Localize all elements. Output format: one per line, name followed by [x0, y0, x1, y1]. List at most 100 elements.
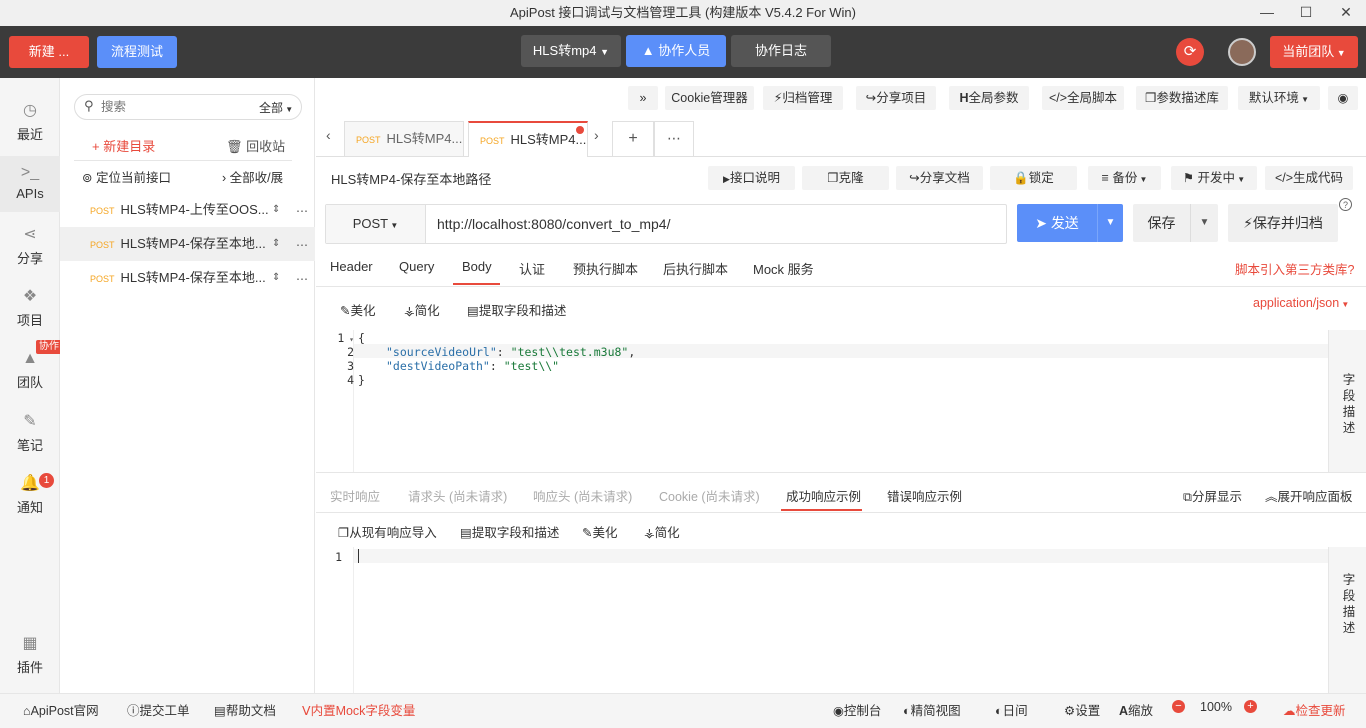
new-button[interactable]: 新建 ... — [9, 36, 89, 68]
tab-body[interactable]: Body — [462, 259, 492, 274]
nav-projects[interactable]: ❖ 项目 — [0, 280, 60, 336]
code-icon: </> — [1274, 171, 1294, 185]
method-select[interactable]: POST ▼ — [326, 205, 426, 243]
flow-test-button[interactable]: 流程测试 — [97, 36, 177, 68]
collab-log-button[interactable]: 协作日志 — [731, 35, 831, 67]
split-view-button[interactable]: ⧉分屏显示 — [1183, 486, 1242, 505]
send-dropdown-icon[interactable]: ▼ — [1097, 204, 1123, 242]
beautify-button[interactable]: ✎美化 — [340, 300, 376, 319]
param-lib-button[interactable]: ❒参数描述库 — [1136, 86, 1228, 110]
expand-panel-button[interactable]: ︽展开响应面板 — [1265, 486, 1353, 505]
settings-button[interactable]: ⚙设置 — [1064, 700, 1100, 719]
nav-share[interactable]: ⋖ 分享 — [0, 218, 60, 274]
code-line[interactable]: "destVideoPath": "test\\" — [386, 359, 559, 373]
beautify-button[interactable]: ✎美化 — [582, 522, 618, 541]
help-icon[interactable]: ? — [1339, 198, 1352, 211]
minimize-button[interactable]: — — [1247, 0, 1287, 26]
request-tab-active[interactable]: POST HLS转MP4... — [468, 121, 588, 157]
script-lib-link[interactable]: 脚本引入第三方类库? — [1235, 259, 1354, 278]
help-link[interactable]: ▤帮助文档 — [214, 700, 276, 719]
tab-cookie[interactable]: Cookie (尚未请求) — [659, 486, 760, 505]
import-response-button[interactable]: ❐从现有响应导入 — [338, 522, 437, 541]
sync-icon[interactable]: ⟳ — [1176, 38, 1204, 66]
global-params-button[interactable]: H全局参数 — [949, 86, 1029, 110]
mock-link[interactable]: ᐯ内置Mock字段变量 — [302, 700, 415, 719]
tab-realtime-response[interactable]: 实时响应 — [330, 486, 380, 505]
gen-code-button[interactable]: </>生成代码 — [1265, 166, 1353, 190]
tab-response-headers[interactable]: 响应头 (尚未请求) — [533, 486, 632, 505]
filter-select[interactable]: 全部 ▼ — [259, 99, 293, 116]
code-line[interactable]: { — [358, 331, 365, 345]
lock-button[interactable]: 🔒锁定 — [990, 166, 1077, 190]
check-update-button[interactable]: ☁检查更新 — [1283, 700, 1346, 719]
search-input[interactable] — [101, 98, 241, 116]
more-icon[interactable]: ⋯ — [296, 272, 308, 286]
sort-icon[interactable]: ⇕ — [272, 204, 280, 215]
save-button[interactable]: 保存 — [1133, 204, 1190, 242]
content-type-select[interactable]: application/json ▼ — [1253, 296, 1349, 310]
website-link[interactable]: ⌂ApiPost官网 — [23, 700, 99, 719]
tab-header[interactable]: Header — [330, 259, 373, 274]
nav-plugins-label: 插件 — [16, 660, 43, 675]
project-select[interactable]: HLS转mp4 ▼ — [521, 35, 621, 67]
tab-post-script[interactable]: 后执行脚本 — [663, 259, 728, 278]
chevron-right-icon[interactable]: › — [594, 127, 599, 143]
tab-success-example[interactable]: 成功响应示例 — [786, 486, 861, 505]
day-mode-toggle[interactable]: ◐日间 — [995, 700, 1028, 719]
code-line[interactable]: "sourceVideoUrl": "test\\test.m3u8", — [386, 345, 635, 359]
nav-apis[interactable]: >_ APIs — [0, 156, 60, 212]
env-select[interactable]: 默认环境 ▼ — [1238, 86, 1320, 110]
expand-toolbar-button[interactable]: » — [628, 86, 658, 110]
cookie-manager-button[interactable]: Cookie管理器 — [665, 86, 754, 110]
tab-auth[interactable]: 认证 — [519, 259, 545, 278]
code-line[interactable]: } — [358, 373, 365, 387]
global-script-button[interactable]: </>全局脚本 — [1042, 86, 1124, 110]
console-button[interactable]: ◉控制台 — [833, 700, 881, 719]
maximize-button[interactable]: ☐ — [1286, 0, 1326, 26]
tab-mock[interactable]: Mock 服务 — [753, 259, 814, 278]
locate-current-button[interactable]: ⊚ 定位当前接口 — [82, 167, 171, 186]
request-tab[interactable]: POST HLS转MP4... — [344, 121, 464, 156]
avatar[interactable] — [1228, 38, 1256, 66]
status-select[interactable]: ⚑ 开发中 ▼ — [1171, 166, 1257, 190]
zoom-out-icon[interactable]: − — [1172, 700, 1185, 713]
new-directory-button[interactable]: + 新建目录 — [92, 136, 155, 155]
trash-button[interactable]: 🗑 回收站 — [226, 136, 285, 155]
nav-plugins[interactable]: ▦ 插件 — [0, 627, 60, 683]
share-project-button[interactable]: ↪分享项目 — [856, 86, 936, 110]
ticket-link[interactable]: ⓘ提交工单 — [127, 700, 190, 719]
sort-icon[interactable]: ⇕ — [272, 238, 280, 249]
extract-button[interactable]: ▤提取字段和描述 — [467, 300, 566, 319]
close-button[interactable]: ✕ — [1326, 0, 1366, 26]
clone-button[interactable]: ❐克隆 — [802, 166, 889, 190]
more-tabs-button[interactable]: ⋯ — [654, 121, 694, 156]
add-tab-button[interactable]: + — [612, 121, 654, 156]
more-icon[interactable]: ⋯ — [296, 204, 308, 218]
simplify-button[interactable]: ⚶简化 — [644, 522, 680, 541]
backup-select[interactable]: ≡ 备份 ▼ — [1088, 166, 1161, 190]
extract-button[interactable]: ▤提取字段和描述 — [460, 522, 559, 541]
nav-recent[interactable]: ◷ 最近 — [0, 94, 60, 150]
send-button[interactable]: ➤ 发送 — [1017, 204, 1097, 242]
archive-button[interactable]: ⚡归档管理 — [763, 86, 843, 110]
simple-view-toggle[interactable]: ◐精简视图 — [903, 700, 961, 719]
url-input[interactable] — [437, 212, 997, 236]
share-doc-button[interactable]: ↪分享文档 — [896, 166, 983, 190]
tab-error-example[interactable]: 错误响应示例 — [887, 486, 962, 505]
zoom-in-icon[interactable]: + — [1244, 700, 1257, 713]
current-team-button[interactable]: 当前团队 ▼ — [1270, 36, 1358, 68]
save-archive-button[interactable]: ⚡保存并归档 — [1228, 204, 1338, 242]
tab-query[interactable]: Query — [399, 259, 434, 274]
chevron-left-icon[interactable]: ‹ — [326, 127, 331, 143]
more-icon[interactable]: ⋯ — [296, 238, 308, 252]
collapse-all-button[interactable]: › 全部收/展 — [222, 167, 283, 186]
nav-notes[interactable]: ✎ 笔记 — [0, 405, 60, 461]
sort-icon[interactable]: ⇕ — [272, 272, 280, 283]
collaborators-button[interactable]: ▲ 协作人员 — [626, 35, 726, 67]
eye-icon[interactable]: ◉ — [1328, 86, 1358, 110]
save-dropdown-icon[interactable]: ▼ — [1190, 204, 1218, 242]
tab-request-headers[interactable]: 请求头 (尚未请求) — [408, 486, 507, 505]
tab-pre-script[interactable]: 预执行脚本 — [573, 259, 638, 278]
simplify-button[interactable]: ⚶简化 — [404, 300, 440, 319]
api-doc-button[interactable]: ▶接口说明 — [708, 166, 795, 190]
